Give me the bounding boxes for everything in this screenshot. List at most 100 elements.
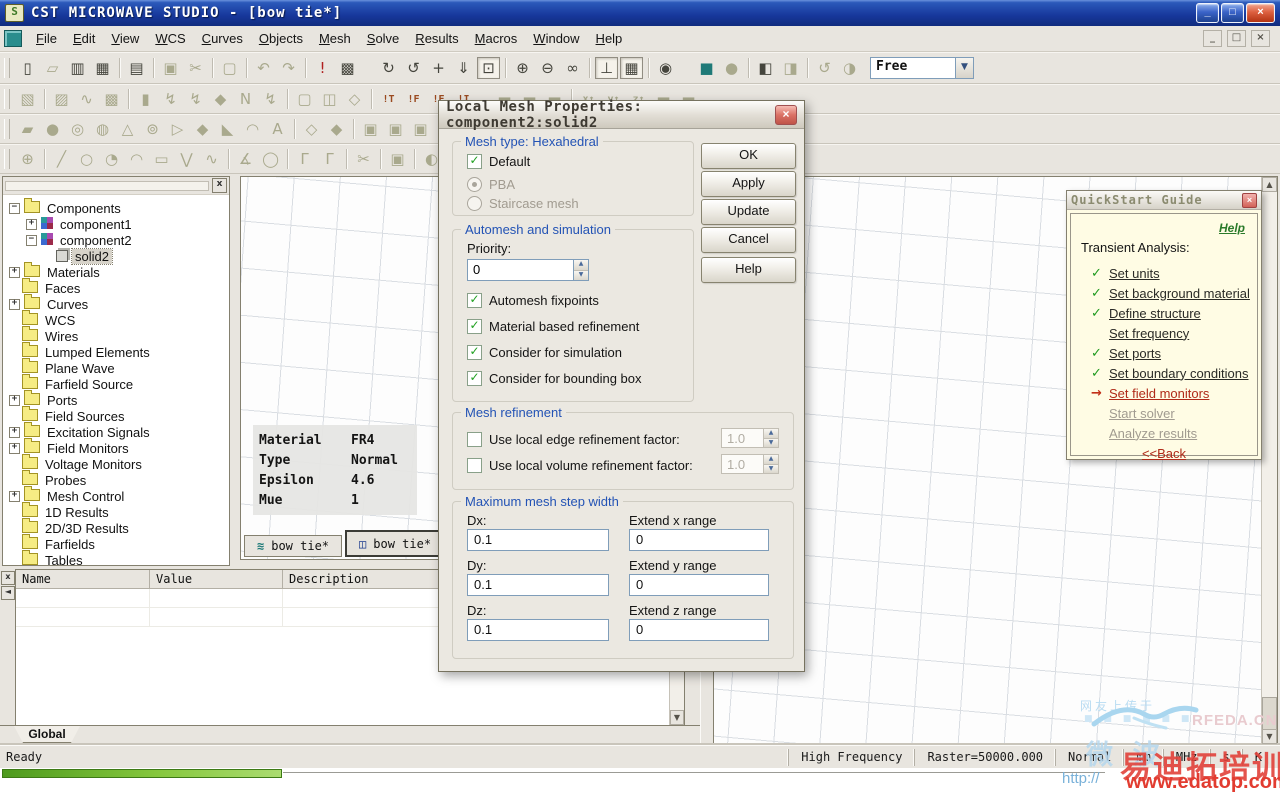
tree-item-probes[interactable]: Probes xyxy=(3,469,229,488)
dz-field[interactable]: 0.1 xyxy=(467,619,609,641)
volume-refinement-checkbox[interactable]: Use local volume refinement factor: xyxy=(467,458,693,473)
tree-item-component2[interactable]: − component2 xyxy=(3,232,229,248)
menu-solve[interactable]: Solve xyxy=(359,28,408,49)
priority-spinner[interactable]: 0 ▲ ▼ xyxy=(467,259,589,281)
zoom-in-icon[interactable]: ⊕ xyxy=(511,57,534,79)
help-button[interactable]: Help xyxy=(701,257,796,283)
quickstart-step-start-solver[interactable]: Start solver xyxy=(1079,403,1249,423)
expander-plus-icon[interactable]: + xyxy=(9,490,20,502)
expander-plus-icon[interactable]: + xyxy=(9,394,20,406)
tree-item-component1[interactable]: + component1 xyxy=(3,216,229,232)
spin-up-icon[interactable]: ▲ xyxy=(574,260,588,271)
menu-results[interactable]: Results xyxy=(407,28,466,49)
checkbox-checked-icon[interactable]: ✓ xyxy=(467,319,482,334)
zoom-window-icon[interactable]: ⊡ xyxy=(477,57,500,79)
solver-time-icon[interactable]: !T xyxy=(377,88,400,110)
save-icon[interactable]: ▥ xyxy=(66,57,89,79)
quickstart-step-set-frequency[interactable]: Set frequency xyxy=(1079,323,1249,343)
menu-mesh[interactable]: Mesh xyxy=(311,28,359,49)
spin-down-icon[interactable]: ▼ xyxy=(574,270,588,280)
tree-item-wires[interactable]: Wires xyxy=(3,325,229,344)
tree-item-wcs[interactable]: WCS xyxy=(3,309,229,328)
dialog-title-bar[interactable]: Local Mesh Properties: component2:solid2… xyxy=(439,99,804,131)
menu-curves[interactable]: Curves xyxy=(194,28,251,49)
checkbox-consider-for-simulation[interactable]: ✓ Consider for simulation xyxy=(467,345,622,360)
extend-y-range-field[interactable]: 0 xyxy=(629,574,769,596)
tree-item-mesh-control[interactable]: + Mesh Control xyxy=(3,485,229,504)
spin-view-icon[interactable]: ↺ xyxy=(402,57,425,79)
quickstart-step-set-boundary-conditions[interactable]: ✓ Set boundary conditions xyxy=(1079,363,1249,383)
save-all-icon[interactable]: ▦ xyxy=(91,57,114,79)
menu-edit[interactable]: Edit xyxy=(65,28,103,49)
expander-minus-icon[interactable]: − xyxy=(9,202,20,214)
chevron-down-icon[interactable]: ▼ xyxy=(955,58,973,78)
toolbar-grip[interactable] xyxy=(4,119,10,139)
view-tab-1[interactable]: ≋ bow tie* xyxy=(244,535,343,557)
right-view-scrollbar[interactable]: ▲ ▼ xyxy=(1261,177,1277,744)
extend-x-range-field[interactable]: 0 xyxy=(629,529,769,551)
expander-plus-icon[interactable]: + xyxy=(9,442,20,454)
mdi-close-button[interactable]: × xyxy=(1251,30,1270,47)
menu-view[interactable]: View xyxy=(103,28,147,49)
tree-item-solid2[interactable]: solid2 xyxy=(3,247,229,265)
parameter-panel-collapse-icon[interactable]: ◄ xyxy=(1,586,15,600)
expander-plus-icon[interactable]: + xyxy=(9,266,20,278)
tree-item-1d-results[interactable]: 1D Results xyxy=(3,501,229,520)
checkbox-icon[interactable] xyxy=(467,458,482,473)
checkbox-consider-for-bounding-box[interactable]: ✓ Consider for bounding box xyxy=(467,371,642,386)
checkbox-checked-icon[interactable]: ✓ xyxy=(467,154,482,169)
pan-view-icon[interactable]: + xyxy=(427,57,450,79)
mdi-minimize-button[interactable]: _ xyxy=(1203,30,1222,47)
print-icon[interactable]: ▤ xyxy=(125,57,148,79)
parameter-panel-close-icon[interactable]: x xyxy=(1,571,15,585)
quickstart-help-link[interactable]: Help xyxy=(1219,221,1245,235)
quickstart-step-set-ports[interactable]: ✓ Set ports xyxy=(1079,343,1249,363)
minimize-button[interactable]: _ xyxy=(1196,3,1219,23)
quickstart-step-set-units[interactable]: ✓ Set units xyxy=(1079,263,1249,283)
tree-item-materials[interactable]: + Materials xyxy=(3,261,229,280)
tree-item-2d-3d-results[interactable]: 2D/3D Results xyxy=(3,517,229,536)
priority-value[interactable]: 0 xyxy=(467,259,573,281)
checkbox-checked-icon[interactable]: ✓ xyxy=(467,293,482,308)
toolbar-grip[interactable] xyxy=(4,149,10,169)
rotate-view-icon[interactable]: ↻ xyxy=(377,57,400,79)
check-structure-icon[interactable]: ! xyxy=(311,57,334,79)
cancel-button[interactable]: Cancel xyxy=(701,227,796,253)
shaded-solid-icon[interactable]: ■ xyxy=(695,57,718,79)
menu-macros[interactable]: Macros xyxy=(467,28,526,49)
toolbar-grip[interactable] xyxy=(4,58,10,78)
dx-field[interactable]: 0.1 xyxy=(467,529,609,551)
menu-help[interactable]: Help xyxy=(588,28,631,49)
tree-panel-close-icon[interactable]: x xyxy=(212,178,227,193)
dy-field[interactable]: 0.1 xyxy=(467,574,609,596)
menu-window[interactable]: Window xyxy=(525,28,587,49)
menu-objects[interactable]: Objects xyxy=(251,28,311,49)
macro-icon[interactable]: ▩ xyxy=(336,57,359,79)
quickstart-step-set-field-monitors[interactable]: → Set field monitors xyxy=(1079,383,1249,403)
tree-item-farfield-source[interactable]: Farfield Source xyxy=(3,373,229,392)
solver-freq-icon[interactable]: !F xyxy=(402,88,425,110)
quickstart-close-icon[interactable]: × xyxy=(1242,192,1257,208)
tree-item-components[interactable]: − Components xyxy=(3,197,229,216)
mdi-restore-button[interactable]: □ xyxy=(1227,30,1246,47)
tree-item-excitation-signals[interactable]: + Excitation Signals xyxy=(3,421,229,440)
apply-button[interactable]: Apply xyxy=(701,171,796,197)
expander-plus-icon[interactable]: + xyxy=(26,218,37,230)
tree-panel-grip[interactable] xyxy=(5,180,209,191)
tree-item-farfields[interactable]: Farfields xyxy=(3,533,229,552)
default-checkbox[interactable]: ✓ Default xyxy=(467,154,530,169)
quickstart-back-link[interactable]: <<Back xyxy=(1079,446,1249,461)
tree-item-tables[interactable]: Tables xyxy=(3,549,229,565)
tree-item-ports[interactable]: + Ports xyxy=(3,389,229,408)
close-button[interactable]: × xyxy=(1246,3,1275,23)
scroll-down-icon[interactable]: ▼ xyxy=(1262,729,1277,744)
menu-file[interactable]: File xyxy=(28,28,65,49)
toolbar-grip[interactable] xyxy=(4,89,10,109)
checkbox-checked-icon[interactable]: ✓ xyxy=(467,371,482,386)
tree-item-voltage-monitors[interactable]: Voltage Monitors xyxy=(3,453,229,472)
tree-item-curves[interactable]: + Curves xyxy=(3,293,229,312)
quickstart-step-set-background-material[interactable]: ✓ Set background material xyxy=(1079,283,1250,303)
edge-refinement-checkbox[interactable]: Use local edge refinement factor: xyxy=(467,432,680,447)
expander-plus-icon[interactable]: + xyxy=(9,426,20,438)
view-tab-2[interactable]: ◫ bow tie* xyxy=(345,530,446,557)
